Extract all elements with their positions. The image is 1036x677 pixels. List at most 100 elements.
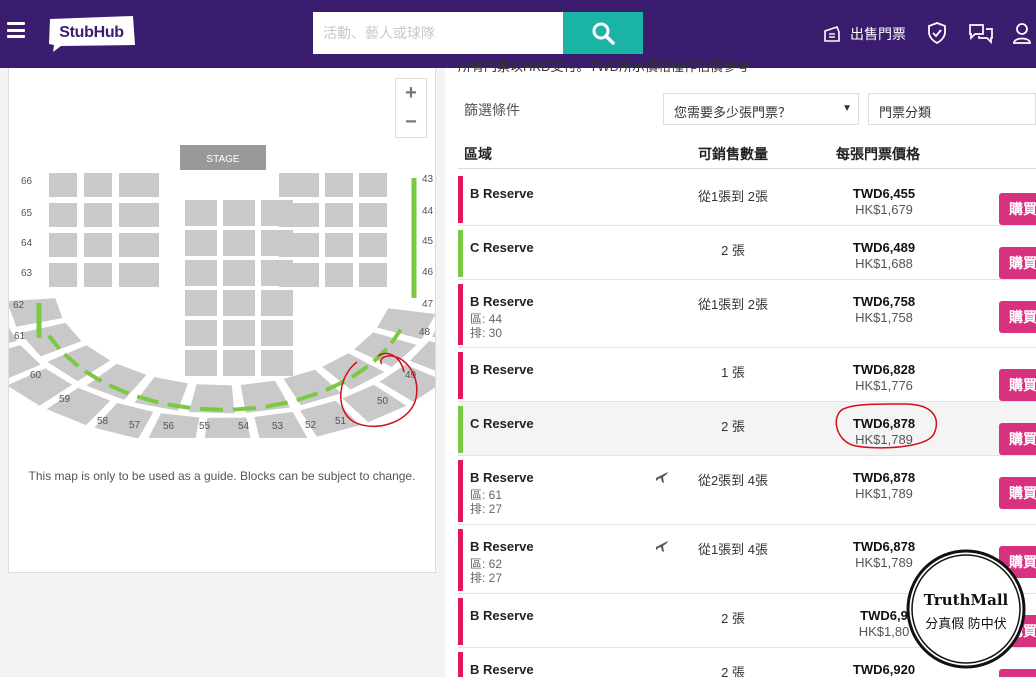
zoom-out-button[interactable]: − — [396, 108, 426, 137]
listing-row[interactable]: B Reserve 從1張到 2張 TWD6,455 HK$1,679 購買 — [458, 172, 1036, 226]
section-number: 55 — [199, 421, 211, 432]
price-hkd: HK$1,789 — [855, 486, 913, 501]
stand-block[interactable] — [279, 173, 319, 197]
stand-block[interactable] — [279, 263, 319, 287]
stage-label: STAGE — [206, 154, 239, 165]
listing-row[interactable]: C Reserve 2 張 TWD6,878 HK$1,789 購買 — [458, 402, 1036, 456]
floor-block[interactable] — [223, 230, 255, 256]
stand-block[interactable] — [49, 203, 77, 227]
stand-block[interactable] — [279, 203, 319, 227]
search-input[interactable] — [313, 12, 563, 54]
sell-label: 出售門票 — [850, 26, 906, 42]
truthmall-watermark: TruthMall 分真假 防中伏 — [903, 545, 1031, 673]
column-header-zone: 區域 — [464, 146, 492, 162]
listing-row[interactable]: B Reserve 區: 44 排: 30 從1張到 2張 TWD6,758 HK$1,7… — [458, 280, 1036, 348]
stand-block[interactable] — [325, 203, 353, 227]
buy-button[interactable]: 購買 — [999, 369, 1036, 401]
sell-tickets-button[interactable]: 出售門票 — [823, 22, 906, 46]
floor-block[interactable] — [223, 350, 255, 376]
map-disclaimer: This map is only to be used as a guide. … — [28, 469, 416, 483]
stand-block[interactable] — [279, 233, 319, 257]
quantity-select[interactable]: 您需要多少張門票？ ▼ — [663, 93, 859, 125]
floor-block[interactable] — [185, 230, 217, 256]
price-hkd: HK$1,789 — [855, 432, 913, 447]
stand-block[interactable] — [359, 173, 387, 197]
floor-block[interactable] — [185, 320, 217, 346]
section-number: 62 — [13, 300, 25, 311]
user-icon[interactable] — [1012, 22, 1032, 44]
buy-button[interactable]: 購買 — [999, 193, 1036, 225]
quantity-available: 從1張到 4張 — [697, 542, 769, 557]
stand-block[interactable] — [325, 263, 353, 287]
section-number: 65 — [21, 208, 33, 219]
floor-block[interactable] — [261, 320, 293, 346]
price-cell: TWD6,828 HK$1,776 — [824, 362, 944, 393]
buy-button[interactable]: 購買 — [999, 301, 1036, 333]
stand-block[interactable] — [359, 233, 387, 257]
stand-block[interactable] — [119, 203, 159, 227]
zone-color-bar — [458, 529, 463, 591]
stand-block[interactable] — [119, 173, 159, 197]
floor-block[interactable] — [185, 290, 217, 316]
buy-button[interactable]: 購買 — [999, 477, 1036, 509]
section-number: 47 — [422, 299, 434, 310]
available-strip-bowl — [199, 406, 224, 412]
menu-icon[interactable] — [7, 22, 25, 38]
search-button[interactable] — [563, 12, 643, 54]
section-number: 52 — [305, 420, 317, 431]
stubhub-logo[interactable]: StubHub — [47, 15, 136, 53]
floor-block[interactable] — [185, 260, 217, 286]
floor-block[interactable] — [223, 200, 255, 226]
floor-block[interactable] — [185, 350, 217, 376]
floor-block[interactable] — [223, 290, 255, 316]
ticket-icon — [824, 26, 840, 42]
zone-name: C Reserve — [470, 416, 534, 431]
stand-block[interactable] — [84, 203, 112, 227]
quantity-available: 1 張 — [721, 365, 745, 380]
stand-block[interactable] — [49, 233, 77, 257]
price-hkd: HK$1,758 — [855, 310, 913, 325]
quantity-available: 2 張 — [721, 665, 745, 677]
listing-row[interactable]: C Reserve 2 張 TWD6,489 HK$1,688 購買 — [458, 226, 1036, 280]
zone-color-bar — [458, 176, 463, 223]
listing-row[interactable]: B Reserve 區: 61 排: 27 從2張到 4張 TWD6,878 HK$1,7… — [458, 456, 1036, 525]
row-info: 排: 30 — [470, 326, 503, 340]
buy-button[interactable]: 購買 — [999, 247, 1036, 279]
stand-block[interactable] — [359, 263, 387, 287]
stand-block[interactable] — [49, 173, 77, 197]
price-twd: TWD6,828 — [852, 362, 916, 377]
quantity-available: 從1張到 2張 — [697, 189, 769, 204]
floor-block[interactable] — [185, 200, 217, 226]
zoom-in-button[interactable]: + — [396, 79, 426, 108]
column-header-price: 每張門票價格 — [836, 146, 920, 162]
floor-block[interactable] — [223, 320, 255, 346]
stand-block[interactable] — [119, 233, 159, 257]
category-select[interactable]: 門票分類 — [868, 93, 1036, 125]
section-number: 44 — [422, 206, 434, 217]
buy-button[interactable]: 購買 — [999, 423, 1036, 455]
floor-block[interactable] — [223, 260, 255, 286]
section-number: 53 — [272, 421, 284, 432]
chat-icon[interactable] — [968, 22, 994, 44]
filter-label: 篩選條件 — [464, 102, 520, 118]
floor-block[interactable] — [261, 350, 293, 376]
listing-row[interactable]: B Reserve 1 張 TWD6,828 HK$1,776 購買 — [458, 348, 1036, 402]
section-number: 54 — [238, 421, 250, 432]
shield-check-icon[interactable] — [927, 22, 947, 44]
stand-block[interactable] — [325, 173, 353, 197]
floor-block[interactable] — [261, 290, 293, 316]
stand-block[interactable] — [49, 263, 77, 287]
stand-block[interactable] — [84, 233, 112, 257]
stand-block[interactable] — [119, 263, 159, 287]
currency-notice: 所有門票以HKD支付。TWD所示價格僅作估價參考 — [458, 59, 750, 74]
section-number: 64 — [21, 238, 33, 249]
stand-block[interactable] — [84, 173, 112, 197]
stand-block[interactable] — [359, 203, 387, 227]
zone-name: B Reserve — [470, 362, 534, 377]
quantity-select-value: 您需要多少張門票？ — [674, 105, 792, 120]
column-header-quantity: 可銷售數量 — [698, 146, 768, 162]
stand-block[interactable] — [84, 263, 112, 287]
stand-block[interactable] — [325, 233, 353, 257]
seat-map[interactable]: STAGE 43 44 45 46 47 48 49 66 65 64 63 62 61 60 59 58 57… — [9, 138, 435, 438]
zone-color-bar — [458, 598, 463, 645]
